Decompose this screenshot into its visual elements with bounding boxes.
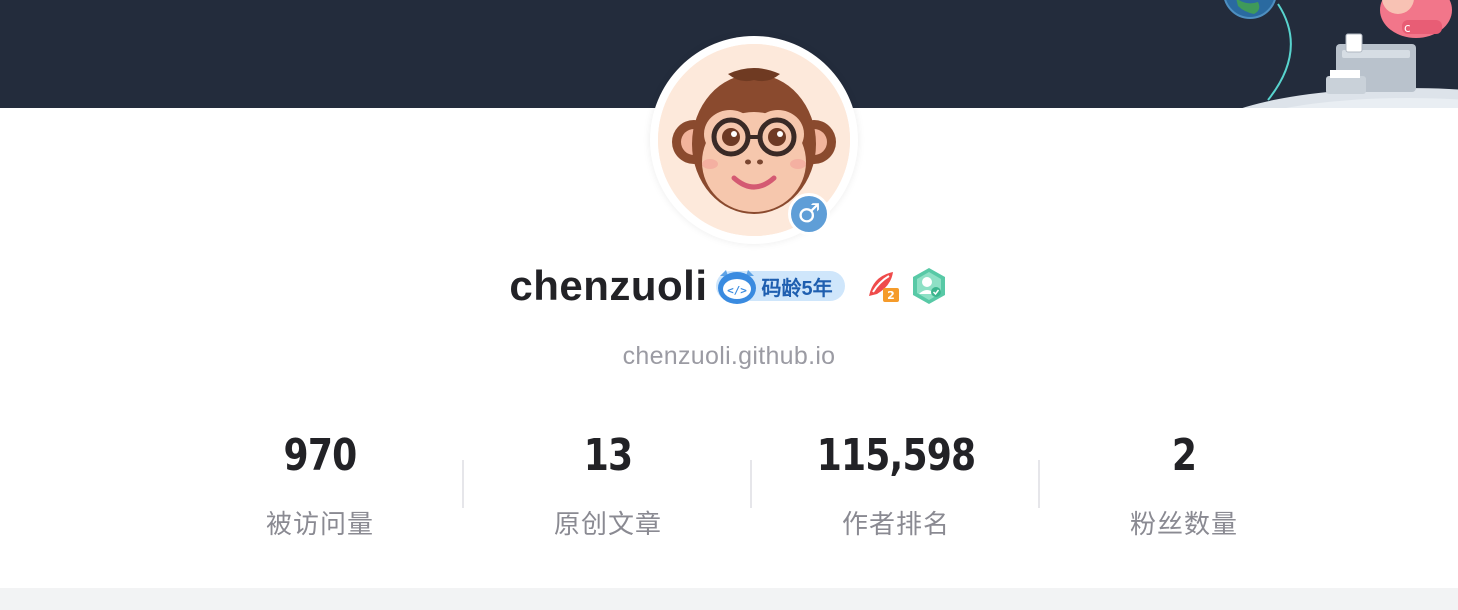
name-row: chenzuoli </> 码龄5年 2 xyxy=(0,258,1458,314)
svg-text:2: 2 xyxy=(887,289,895,302)
quill-badge-icon[interactable]: 2 xyxy=(863,266,903,306)
stat-value: 13 xyxy=(583,430,633,481)
stat-value: 2 xyxy=(1171,430,1197,481)
svg-text:c: c xyxy=(1404,21,1411,35)
stat-value: 115,598 xyxy=(816,430,976,481)
gender-badge: ♂ xyxy=(788,193,830,235)
homepage-link[interactable]: chenzuoli.github.io xyxy=(0,342,1458,371)
stat-followers[interactable]: 2 粉丝数量 xyxy=(1040,420,1328,550)
stat-label: 原创文章 xyxy=(553,509,662,539)
svg-text:</>: </> xyxy=(727,284,747,297)
certified-user-icon[interactable] xyxy=(909,266,949,306)
stat-label: 被访问量 xyxy=(265,509,374,539)
code-age-badge[interactable]: </> 码龄5年 xyxy=(715,270,845,304)
code-age-label: 码龄5年 xyxy=(761,277,833,300)
avatar-frame[interactable]: ♂ xyxy=(650,36,858,244)
banner-illustration: c xyxy=(1224,0,1458,108)
stat-original-articles[interactable]: 13 原创文章 xyxy=(464,420,752,550)
stat-visits[interactable]: 970 被访问量 xyxy=(176,420,464,550)
username: chenzuoli xyxy=(509,262,708,309)
stat-value: 970 xyxy=(283,430,358,481)
profile-page: c ♂ chenzuoli </> 码龄5年 2 chenzuoli.githu… xyxy=(0,0,1458,610)
stat-label: 作者排名 xyxy=(841,509,950,539)
page-bottom-background xyxy=(0,588,1458,610)
male-icon: ♂ xyxy=(797,199,821,229)
stat-label: 粉丝数量 xyxy=(1129,509,1238,539)
stat-author-rank[interactable]: 115,598 作者排名 xyxy=(752,420,1040,550)
code-age-icon: </> xyxy=(717,270,756,304)
stats-bar: 970 被访问量 13 原创文章 115,598 作者排名 2 粉丝数量 xyxy=(176,420,1328,550)
